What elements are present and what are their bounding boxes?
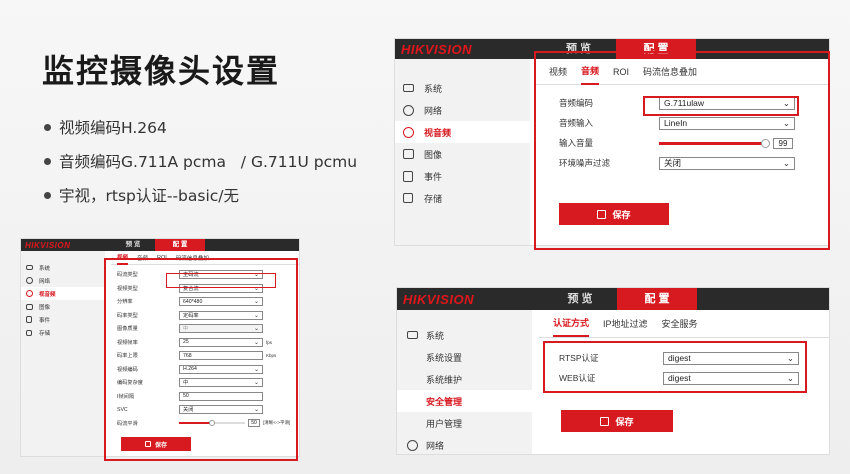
bullet-item: 音频编码G.711A pcma / G.711U pcmu [44,144,357,178]
tab-auth-method[interactable]: 认证方式 [553,310,590,337]
highlight-frame [104,258,298,461]
tab-config[interactable]: 配 置 [155,239,205,251]
image-icon [403,149,414,159]
sidebar-item-video-audio[interactable]: 视音频 [21,287,105,300]
sidebar-item-label: 视音频 [424,127,452,138]
sidebar-item-image[interactable]: 图像 [21,300,105,313]
sidebar-item-event[interactable]: 事件 [395,165,530,187]
bullet-item: 视频编码H.264 [44,110,357,144]
monitor-icon [407,331,418,339]
monitor-icon [403,84,414,92]
top-bar: HIKVISION 预 览 配 置 [21,239,299,251]
settings-tabs: 认证方式 IP地址过滤 安全服务 [539,310,829,338]
save-icon [600,416,610,426]
sidebar: 系统 网络 视音频 图像 事件 存储 [21,251,105,456]
event-icon [403,170,413,182]
hikvision-logo: HIKVISION [401,41,472,57]
sidebar-item-system[interactable]: 系统 [21,261,105,274]
tab-preview[interactable]: 预 览 [111,239,155,251]
image-icon [26,303,33,310]
storage-icon [26,329,32,336]
sidebar-item-label: 网络 [39,278,51,285]
sidebar-item-event[interactable]: 事件 [21,313,105,326]
sidebar-item-network[interactable]: 网络 [395,99,530,121]
hikvision-logo: HIKVISION [25,240,71,250]
sidebar-item-storage[interactable]: 存储 [21,326,105,339]
save-button[interactable]: 保存 [561,410,673,432]
monitor-icon [26,265,33,270]
video-audio-icon [26,290,33,297]
sidebar-item-label: 事件 [39,317,51,324]
sidebar-item-storage[interactable]: 存储 [395,187,530,209]
sidebar-item-label: 事件 [424,171,443,182]
sidebar-item-system-maintenance[interactable]: 系统维护 [397,368,532,390]
slide-title: 监控摄像头设置 [42,52,281,90]
sidebar-item-label: 图像 [39,304,51,311]
sidebar-item-label: 系统维护 [426,374,463,385]
hikvision-logo: HIKVISION [403,291,474,307]
sidebar-item-security-management[interactable]: 安全管理 [397,390,532,412]
event-icon [26,316,32,323]
globe-icon [26,277,33,284]
storage-icon [403,193,413,203]
sidebar: 系统 系统设置 系统维护 安全管理 用户管理 网络 [397,310,532,454]
bullet-list: 视频编码H.264 音频编码G.711A pcma / G.711U pcmu … [44,110,357,212]
highlight-frame [543,341,807,393]
sidebar-item-label: 系统 [424,83,443,94]
bullet-text: 音频编码G.711A pcma / G.711U pcmu [59,153,358,171]
tab-config[interactable]: 配 置 [617,288,697,310]
highlight-stream-type [166,273,276,288]
sidebar-item-system-settings[interactable]: 系统设置 [397,346,532,368]
tab-security-service[interactable]: 安全服务 [662,311,698,336]
sidebar-item-label: 用户管理 [426,418,463,429]
highlight-encoding [643,96,799,116]
sidebar-item-video-audio[interactable]: 视音频 [395,121,530,143]
sidebar-item-label: 系统 [39,265,51,272]
bullet-item: 宇视，rtsp认证--basic/无 [44,178,357,212]
sidebar-item-label: 系统设置 [426,352,463,363]
sidebar-item-network[interactable]: 网络 [397,434,532,454]
top-bar: HIKVISION 预 览 配 置 [397,288,829,310]
sidebar-item-system[interactable]: 系统 [397,324,532,346]
sidebar-item-label: 网络 [426,440,445,451]
sidebar-item-label: 系统 [426,330,445,341]
save-label: 保存 [615,416,634,427]
sidebar: 系统 网络 视音频 图像 事件 存储 [395,59,530,245]
sidebar-item-label: 视音频 [39,291,56,298]
sidebar-item-label: 网络 [424,105,443,116]
highlight-frame [534,51,830,250]
bullet-dot [44,191,51,199]
sidebar-item-label: 安全管理 [426,396,463,407]
sidebar-item-label: 存储 [39,330,51,337]
bullet-dot [44,157,51,165]
sidebar-item-label: 图像 [424,149,443,160]
bullet-dot [44,123,51,131]
bullet-text: 宇视，rtsp认证--basic/无 [59,187,240,205]
globe-icon [403,104,414,116]
sidebar-item-label: 存储 [424,193,443,204]
globe-icon [407,439,418,451]
sidebar-item-user-management[interactable]: 用户管理 [397,412,532,434]
sidebar-item-image[interactable]: 图像 [395,143,530,165]
bullet-text: 视频编码H.264 [59,119,167,137]
tab-ip-filter[interactable]: IP地址过滤 [603,311,648,336]
sidebar-item-system[interactable]: 系统 [395,77,530,99]
video-audio-icon [403,126,414,138]
sidebar-item-network[interactable]: 网络 [21,274,105,287]
tab-preview[interactable]: 预 览 [543,288,617,310]
